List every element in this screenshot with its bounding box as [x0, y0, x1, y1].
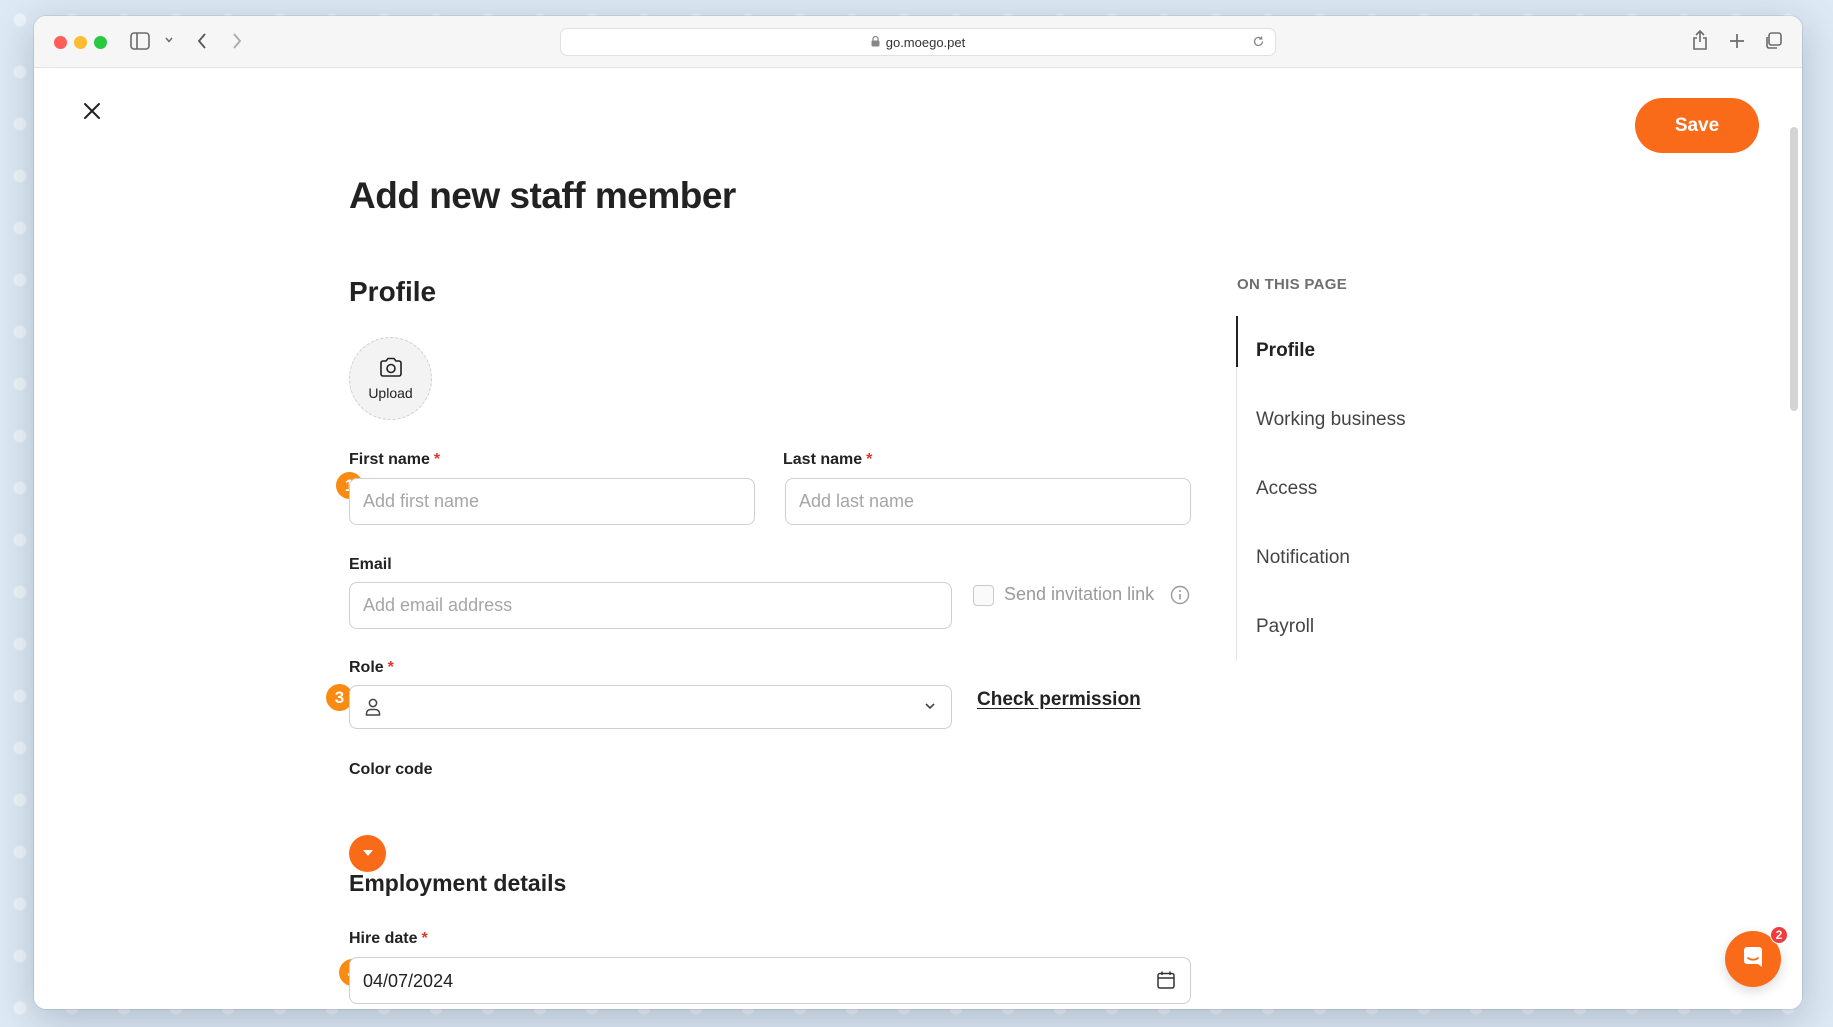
upload-label: Upload: [368, 384, 413, 401]
color-picker-button[interactable]: [349, 835, 386, 872]
last-name-label: Last name *: [783, 451, 873, 468]
chevron-down-icon: [923, 699, 937, 718]
hire-date-label: Hire date *: [349, 930, 428, 947]
toc-item-profile[interactable]: Profile: [1236, 316, 1496, 385]
page-scrollbar[interactable]: [1790, 127, 1798, 411]
browser-window: go.moego.pet Save Add new staff member P…: [34, 16, 1802, 1009]
chevron-down-icon[interactable]: [164, 35, 174, 45]
lock-icon: [871, 35, 880, 50]
toc-item-notification[interactable]: Notification: [1237, 523, 1496, 592]
maximize-window-button[interactable]: [94, 36, 107, 49]
toc-item-working-business[interactable]: Working business: [1237, 385, 1496, 454]
page-title: Add new staff member: [349, 175, 736, 216]
new-tab-icon[interactable]: [1729, 33, 1745, 49]
chat-icon: [1740, 944, 1766, 975]
on-this-page-nav: Profile Working business Access Notifica…: [1236, 316, 1496, 661]
hire-date-input[interactable]: 04/07/2024: [349, 957, 1191, 1004]
browser-toolbar: go.moego.pet: [34, 16, 1802, 68]
avatar-upload-button[interactable]: Upload: [349, 337, 432, 420]
last-name-input[interactable]: [785, 478, 1191, 525]
chat-notification-badge: 2: [1770, 926, 1788, 944]
role-label: Role *: [349, 659, 394, 676]
info-icon[interactable]: [1170, 585, 1190, 610]
email-input[interactable]: [349, 582, 952, 629]
address-bar[interactable]: go.moego.pet: [560, 28, 1276, 56]
role-select[interactable]: [349, 685, 952, 729]
calendar-icon[interactable]: [1156, 970, 1176, 995]
camera-icon: [379, 357, 403, 385]
send-invitation-label: Send invitation link: [1004, 584, 1155, 604]
reload-icon[interactable]: [1252, 35, 1265, 51]
page-content: Save Add new staff member Profile Upload…: [34, 69, 1802, 1009]
user-icon: [364, 697, 382, 722]
close-icon[interactable]: [80, 99, 104, 123]
url-text: go.moego.pet: [885, 34, 966, 50]
toc-heading: ON THIS PAGE: [1237, 276, 1347, 293]
minimize-window-button[interactable]: [74, 36, 87, 49]
forward-icon[interactable]: [231, 32, 243, 50]
profile-section-title: Profile: [349, 276, 437, 307]
color-code-label: Color code: [349, 761, 433, 778]
first-name-input[interactable]: [349, 478, 755, 525]
tab-overview-icon[interactable]: [1764, 32, 1782, 50]
hire-date-value: 04/07/2024: [363, 971, 454, 991]
save-button[interactable]: Save: [1635, 98, 1759, 153]
toc-item-payroll[interactable]: Payroll: [1237, 592, 1496, 661]
send-invitation-checkbox[interactable]: [973, 585, 994, 606]
share-icon[interactable]: [1692, 30, 1708, 50]
employment-section-title: Employment details: [349, 870, 567, 896]
close-window-button[interactable]: [54, 36, 67, 49]
first-name-label: First name *: [349, 451, 441, 468]
caret-down-icon: [361, 845, 375, 863]
back-icon[interactable]: [196, 32, 208, 50]
toc-item-access[interactable]: Access: [1237, 454, 1496, 523]
email-label: Email: [349, 556, 392, 573]
sidebar-toggle-icon[interactable]: [130, 32, 150, 50]
check-permission-link[interactable]: Check permission: [977, 689, 1141, 711]
